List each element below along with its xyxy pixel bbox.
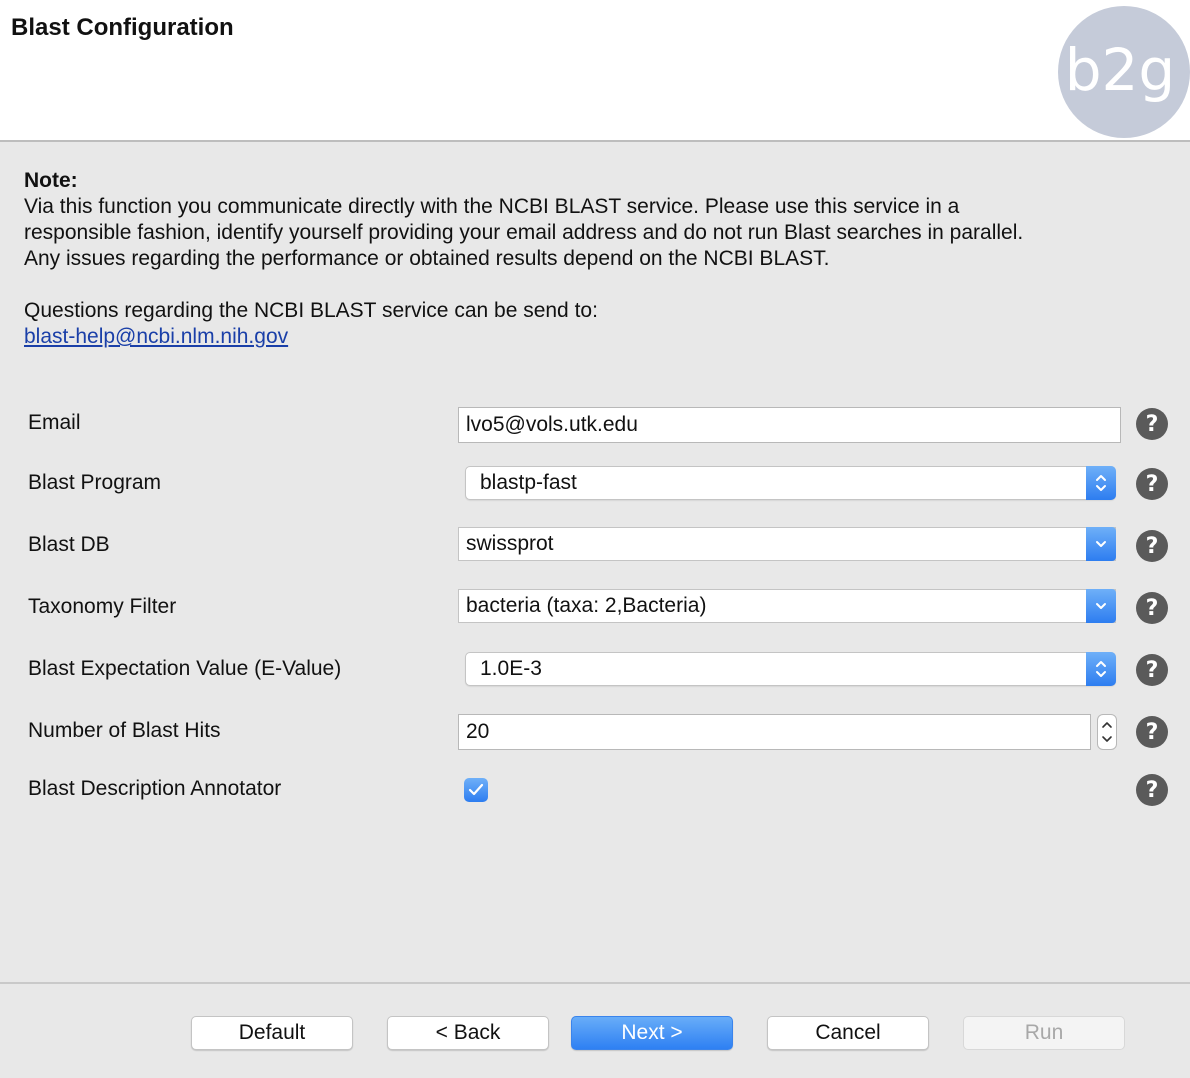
checkmark-icon xyxy=(468,783,484,796)
logo-text: b2g xyxy=(1065,36,1176,104)
ncbi-help-email-link[interactable]: blast-help@ncbi.nlm.nih.gov xyxy=(24,325,288,348)
blast-program-label: Blast Program xyxy=(28,471,162,494)
blast-db-help-icon[interactable]: ? xyxy=(1136,530,1168,562)
note-line-1: Via this function you communicate direct… xyxy=(24,195,960,218)
chevron-down-icon[interactable] xyxy=(1086,589,1116,623)
blast-db-combo[interactable]: swissprot xyxy=(458,527,1116,561)
evalue-select[interactable]: 1.0E-3 xyxy=(465,652,1116,686)
note-line-2: responsible fashion, identify yourself p… xyxy=(24,221,1024,244)
header: Blast Configuration b2g xyxy=(0,0,1190,142)
blast-program-help-icon[interactable]: ? xyxy=(1136,468,1168,500)
blast-hits-label: Number of Blast Hits xyxy=(28,719,221,742)
note-label: Note: xyxy=(24,169,78,192)
cancel-button[interactable]: Cancel xyxy=(767,1016,929,1050)
email-label: Email xyxy=(28,411,81,434)
questions-text: Questions regarding the NCBI BLAST servi… xyxy=(24,299,598,322)
note-line-3: Any issues regarding the performance or … xyxy=(24,247,830,270)
b2g-logo: b2g xyxy=(1058,6,1190,138)
updown-chevron-icon xyxy=(1086,652,1116,686)
taxonomy-filter-value: bacteria (taxa: 2,Bacteria) xyxy=(466,594,707,617)
evalue-help-icon[interactable]: ? xyxy=(1136,654,1168,686)
taxonomy-filter-help-icon[interactable]: ? xyxy=(1136,592,1168,624)
blast-db-label: Blast DB xyxy=(28,533,110,556)
taxonomy-filter-label: Taxonomy Filter xyxy=(28,595,177,618)
page-title: Blast Configuration xyxy=(11,14,234,41)
blast-program-select[interactable]: blastp-fast xyxy=(465,466,1116,500)
annotator-checkbox[interactable] xyxy=(464,778,488,802)
blast-hits-stepper[interactable] xyxy=(1097,714,1117,750)
footer-divider xyxy=(0,982,1190,984)
blast-hits-help-icon[interactable]: ? xyxy=(1136,716,1168,748)
evalue-value: 1.0E-3 xyxy=(480,657,542,680)
updown-chevron-icon xyxy=(1086,466,1116,500)
note-section: Note: Via this function you communicate … xyxy=(24,168,1174,350)
annotator-label: Blast Description Annotator xyxy=(28,777,282,800)
annotator-help-icon[interactable]: ? xyxy=(1136,774,1168,806)
chevron-down-icon[interactable] xyxy=(1086,527,1116,561)
default-button[interactable]: Default xyxy=(191,1016,353,1050)
evalue-label: Blast Expectation Value (E-Value) xyxy=(28,657,342,680)
email-help-icon[interactable]: ? xyxy=(1136,408,1168,440)
taxonomy-filter-combo[interactable]: bacteria (taxa: 2,Bacteria) xyxy=(458,589,1116,623)
run-button: Run xyxy=(963,1016,1125,1050)
blast-db-value: swissprot xyxy=(466,532,554,555)
blast-program-value: blastp-fast xyxy=(480,471,577,494)
next-button[interactable]: Next > xyxy=(571,1016,733,1050)
back-button[interactable]: < Back xyxy=(387,1016,549,1050)
blast-hits-field[interactable]: 20 xyxy=(458,714,1091,750)
email-field[interactable]: lvo5@vols.utk.edu xyxy=(458,407,1121,443)
